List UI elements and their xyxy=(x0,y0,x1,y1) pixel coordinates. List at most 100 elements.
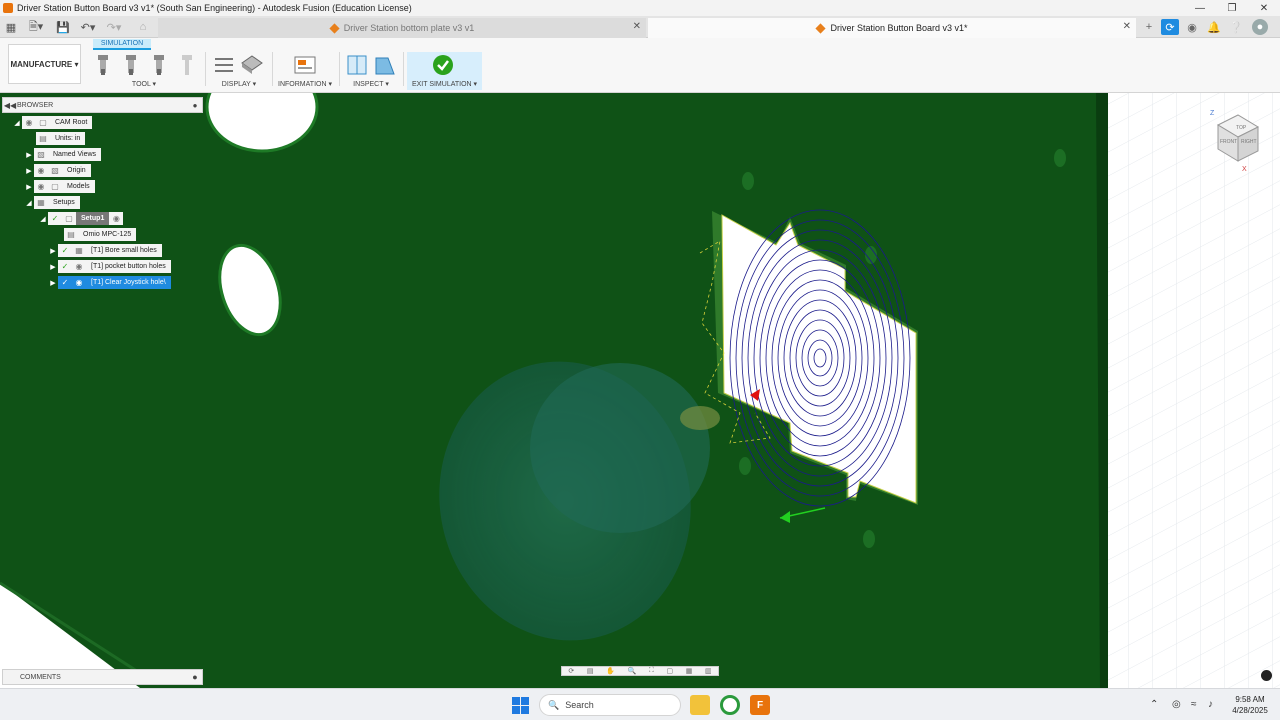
display-group[interactable]: DISPLAY ▾ xyxy=(210,52,268,90)
fusion-taskbar-icon[interactable]: F xyxy=(750,695,770,715)
tree-node-op-bore[interactable]: ▶ ✓ ▦ [T1] Bore small holes xyxy=(48,244,162,257)
save-icon[interactable]: 💾 xyxy=(56,19,70,35)
close-tab-icon[interactable]: ✕ xyxy=(1123,21,1131,32)
folder-icon: ▧ xyxy=(34,148,48,161)
home-icon[interactable]: ⌂ xyxy=(134,19,152,35)
tree-node-setups[interactable]: ◢ ▦ Setups xyxy=(24,196,80,209)
tab-button-board[interactable]: Driver Station Button Board v3 v1* ✕ xyxy=(648,18,1136,38)
tree-node-cam-root[interactable]: ◢ ◉ ▢ CAM Root xyxy=(12,116,93,129)
show-hidden-icons-icon[interactable]: ⌃ xyxy=(1150,699,1158,710)
information-group[interactable]: INFORMATION ▾ xyxy=(276,52,334,90)
tab-simulation[interactable]: SIMULATION xyxy=(93,39,151,50)
perspective-toggle-icon[interactable] xyxy=(1261,670,1272,681)
information-icon[interactable] xyxy=(294,54,316,76)
user-avatar[interactable]: ● xyxy=(1252,19,1268,35)
volume-icon[interactable]: ♪ xyxy=(1208,699,1213,710)
expand-arrow-icon[interactable]: ▶ xyxy=(24,183,34,191)
browser-panel-header[interactable]: ◀◀ BROWSER ● xyxy=(2,97,203,113)
app-grid-icon[interactable]: ▦ xyxy=(4,19,18,35)
system-clock[interactable]: 9:58 AM 4/28/2025 xyxy=(1226,694,1274,716)
view-cube-top-label[interactable]: TOP xyxy=(1236,125,1247,131)
tree-node-op-clear-joystick[interactable]: ▶ ✓ ◉ [T1] Clear Joystick hole\ xyxy=(48,276,171,289)
eye-icon[interactable]: ◉ xyxy=(34,180,48,193)
x-axis-label: X xyxy=(1242,166,1247,173)
title-bar: Driver Station Button Board v3 v1* (Sout… xyxy=(0,0,1280,16)
component-icon: ▢ xyxy=(36,116,50,129)
tab-bottom-plate[interactable]: Driver Station bottom plate v3 v1 ✕ xyxy=(158,18,646,38)
measure-icon[interactable] xyxy=(346,54,368,76)
collapse-panel-icon[interactable]: ◀◀ xyxy=(3,101,17,110)
expand-arrow-icon[interactable]: ▶ xyxy=(24,151,34,159)
comments-panel[interactable]: COMMENTS ● xyxy=(2,669,203,685)
view-cube-front-label[interactable]: FRONT xyxy=(1220,139,1237,145)
windows-taskbar: 🔍 Search F ⌃ ◎ ≈ ♪ 9:58 AM 4/28/2025 xyxy=(0,688,1280,720)
document-settings-icon: ▤ xyxy=(36,132,50,145)
component-icon: ▢ xyxy=(48,180,62,193)
expand-arrow-icon[interactable]: ◢ xyxy=(38,215,48,223)
restore-button[interactable]: ❐ xyxy=(1216,0,1248,16)
undo-icon[interactable]: ↶▾ xyxy=(78,19,98,35)
microphone-icon[interactable]: ◎ xyxy=(1172,699,1181,710)
display-settings-icon[interactable]: ▢ xyxy=(666,667,673,675)
tree-node-units[interactable]: ▤ Units: in xyxy=(36,132,86,145)
search-icon: 🔍 xyxy=(548,699,560,710)
file-explorer-icon[interactable] xyxy=(690,695,710,715)
tree-node-setup1[interactable]: ◢ ✓ ▢ Setup1 ◉ xyxy=(38,212,124,225)
redo-icon[interactable]: ↷▾ xyxy=(104,19,124,35)
job-status-icon[interactable]: ◉ xyxy=(1183,19,1201,35)
exit-simulation-button[interactable]: EXIT SIMULATION ▾ xyxy=(407,52,482,90)
close-tab-icon[interactable]: ✕ xyxy=(633,21,641,32)
section-analysis-icon[interactable] xyxy=(374,54,396,76)
tree-node-origin[interactable]: ▶ ◉ ▧ Origin xyxy=(24,164,91,177)
zoom-icon[interactable]: 🔍 xyxy=(628,667,637,675)
tool-outline-icon[interactable] xyxy=(176,54,198,76)
wifi-icon[interactable]: ≈ xyxy=(1191,699,1197,710)
inspect-group[interactable]: INSPECT ▾ xyxy=(343,52,399,90)
viewports-icon[interactable]: ▥ xyxy=(705,667,712,675)
tool-stock-icon[interactable] xyxy=(148,54,170,76)
browser-options-icon[interactable]: ● xyxy=(188,101,202,110)
expand-arrow-icon[interactable]: ▶ xyxy=(48,263,58,271)
eye-icon[interactable]: ◉ xyxy=(22,116,36,129)
tool-shank-icon[interactable] xyxy=(120,54,142,76)
pan-icon[interactable]: ✋ xyxy=(606,667,615,675)
display-list-icon[interactable] xyxy=(213,54,235,76)
look-at-icon[interactable]: ▤ xyxy=(587,667,594,675)
expand-arrow-icon[interactable]: ▶ xyxy=(48,279,58,287)
model-canvas[interactable] xyxy=(0,93,1280,688)
tree-node-models[interactable]: ▶ ◉ ▢ Models xyxy=(24,180,95,193)
sync-icon[interactable]: ⟳ xyxy=(1161,19,1179,35)
setups-icon: ▦ xyxy=(34,196,48,209)
tool-group[interactable]: TOOL ▾ xyxy=(90,52,198,90)
chrome-icon[interactable] xyxy=(720,695,740,715)
taskbar-search[interactable]: 🔍 Search xyxy=(539,694,681,716)
eye-icon[interactable]: ◉ xyxy=(34,164,48,177)
tree-node-machine[interactable]: ▤ Omio MPC-125 xyxy=(64,228,137,241)
activate-setup-icon[interactable]: ◉ xyxy=(109,212,124,225)
canvas-viewport[interactable]: TOP FRONT RIGHT Z X xyxy=(0,93,1280,688)
orbit-icon[interactable]: ⟳ xyxy=(568,667,574,675)
checkmark-icon: ✓ xyxy=(48,212,62,225)
tree-node-op-pocket[interactable]: ▶ ✓ ◉ [T1] pocket button holes xyxy=(48,260,171,273)
notifications-bell-icon[interactable]: 🔔 xyxy=(1205,19,1223,35)
file-menu-icon[interactable]: 🗎▾ xyxy=(26,19,46,35)
add-comment-icon[interactable]: ● xyxy=(188,672,202,682)
new-tab-icon[interactable]: + xyxy=(1140,19,1158,35)
workspace-switcher[interactable]: MANUFACTURE ▾ xyxy=(8,44,81,84)
grid-settings-icon[interactable]: ▦ xyxy=(686,667,693,675)
windows-start-icon[interactable] xyxy=(512,697,529,714)
display-stock-icon[interactable] xyxy=(241,54,263,76)
view-cube[interactable]: TOP FRONT RIGHT Z X xyxy=(1208,105,1264,175)
view-cube-right-label[interactable]: RIGHT xyxy=(1241,139,1257,145)
expand-arrow-icon[interactable]: ◢ xyxy=(24,199,34,207)
tree-node-named-views[interactable]: ▶ ▧ Named Views xyxy=(24,148,102,161)
pocket-operation-icon: ◉ xyxy=(72,260,86,273)
tool-holder-icon[interactable] xyxy=(92,54,114,76)
minimize-button[interactable]: — xyxy=(1184,0,1216,16)
expand-arrow-icon[interactable]: ▶ xyxy=(48,247,58,255)
help-icon[interactable]: ❔ xyxy=(1227,19,1245,35)
close-button[interactable]: ✕ xyxy=(1248,0,1280,16)
expand-arrow-icon[interactable]: ▶ xyxy=(24,167,34,175)
fit-icon[interactable]: ⛶ xyxy=(649,667,654,675)
expand-arrow-icon[interactable]: ◢ xyxy=(12,119,22,127)
